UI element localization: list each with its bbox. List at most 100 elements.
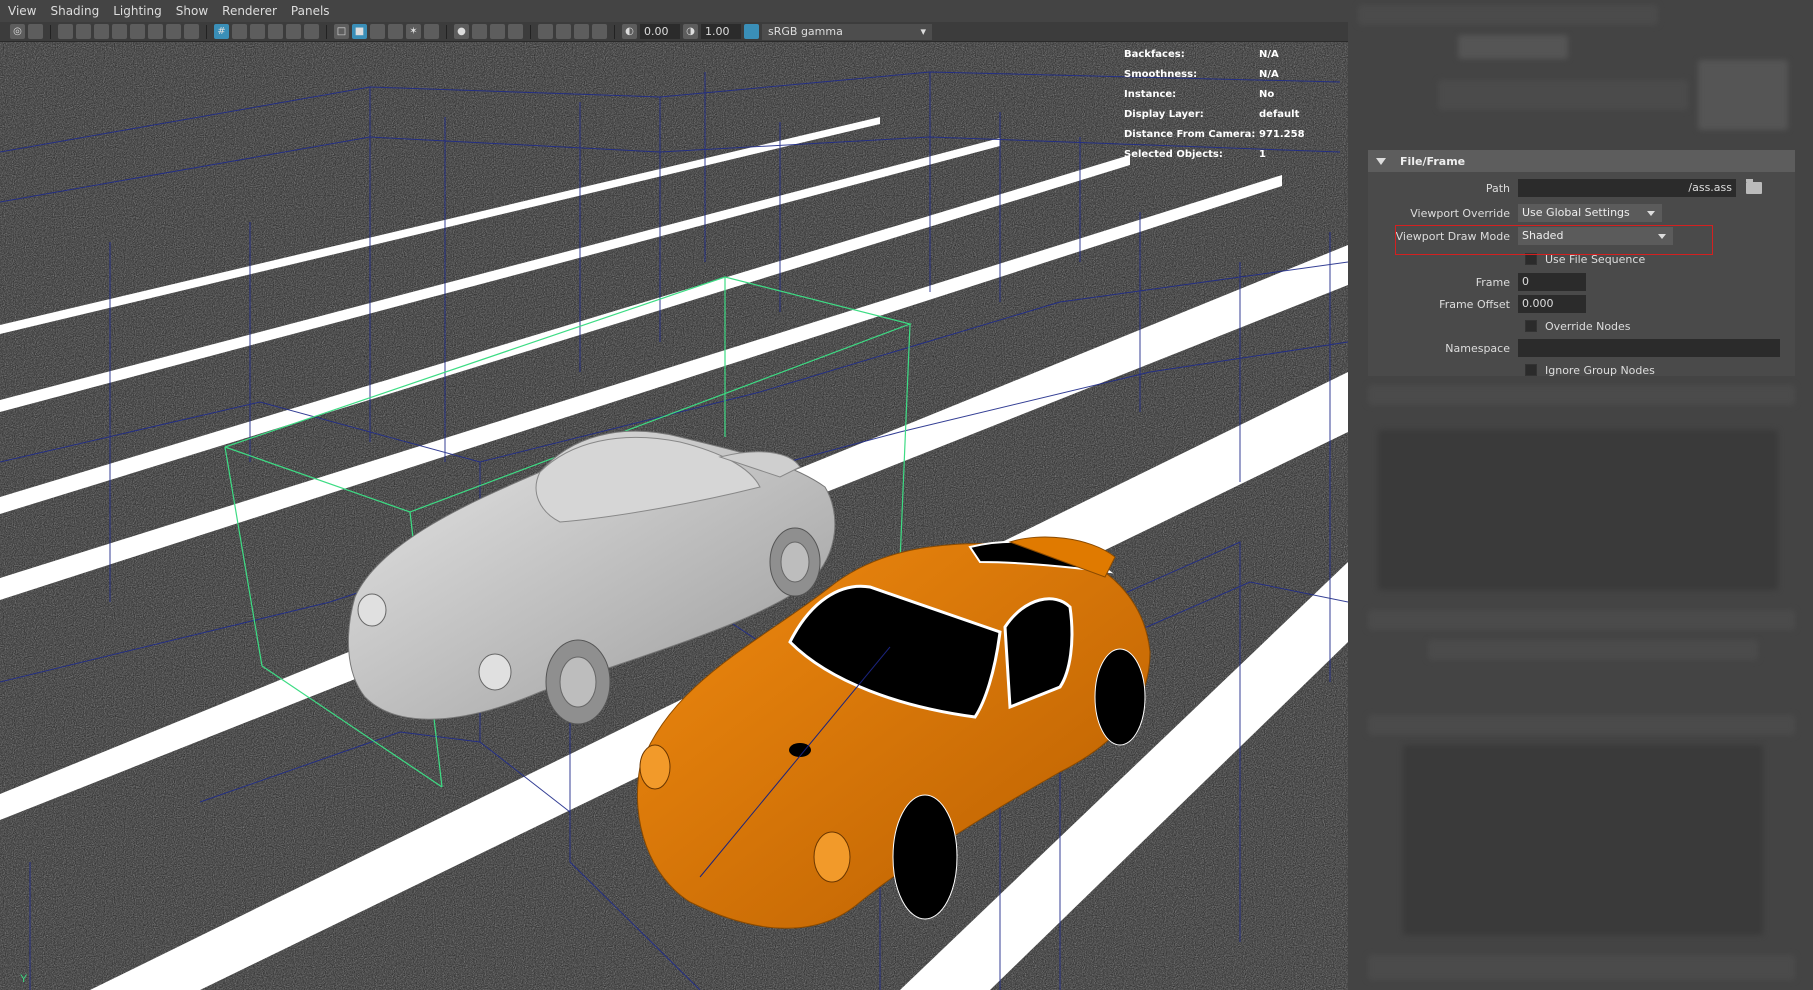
heads-up-display: Backfaces: N/A Smoothness: N/A Instance: No… bbox=[1124, 44, 1324, 164]
3d-viewport-scene[interactable]: Y bbox=[0, 42, 1348, 990]
override-nodes-checkbox[interactable] bbox=[1525, 320, 1537, 332]
blurred-list-box bbox=[1378, 430, 1778, 590]
hud-label: Smoothness: bbox=[1124, 68, 1198, 80]
view-transform-select[interactable]: sRGB gamma ▾ bbox=[762, 23, 932, 40]
axis-label: Y bbox=[20, 973, 28, 985]
frame-row: Frame 0 bbox=[1368, 272, 1586, 292]
textured-icon[interactable] bbox=[388, 24, 403, 39]
wireframe-icon[interactable]: □ bbox=[334, 24, 349, 39]
screen-space-ao-icon[interactable]: ● bbox=[454, 24, 469, 39]
xray-icon[interactable] bbox=[556, 24, 571, 39]
sync-camera-icon[interactable] bbox=[304, 24, 319, 39]
override-nodes-label: Override Nodes bbox=[1545, 319, 1631, 333]
hud-row: Backfaces: N/A bbox=[1124, 44, 1324, 64]
use-all-lights-icon[interactable]: ✶ bbox=[406, 24, 421, 39]
grid-icon[interactable]: # bbox=[214, 24, 229, 39]
field-chart-icon[interactable] bbox=[184, 24, 199, 39]
blurred-side-buttons bbox=[1698, 60, 1788, 130]
toolbar-divider bbox=[530, 24, 531, 39]
blurred-header-controls bbox=[1438, 80, 1688, 110]
hud-row: Distance From Camera: 971.258 bbox=[1124, 124, 1324, 144]
frame-field[interactable]: 0 bbox=[1518, 273, 1586, 291]
hud-row: Smoothness: N/A bbox=[1124, 64, 1324, 84]
folder-icon[interactable] bbox=[1746, 179, 1762, 194]
viewport-override-label: Viewport Override bbox=[1410, 206, 1510, 220]
namespace-label: Namespace bbox=[1445, 341, 1510, 355]
frame-offset-field[interactable]: 0.000 bbox=[1518, 295, 1586, 313]
blurred-list-box bbox=[1403, 745, 1763, 935]
hud-row: Display Layer: default bbox=[1124, 104, 1324, 124]
toolbar-divider bbox=[614, 24, 615, 39]
gate-mask-icon[interactable] bbox=[166, 24, 181, 39]
view-transform-value: sRGB gamma bbox=[768, 24, 843, 38]
hud-value: N/A bbox=[1259, 68, 1279, 80]
resolution-gate-icon[interactable] bbox=[148, 24, 163, 39]
exposure-field[interactable]: 0.00 bbox=[640, 24, 680, 39]
wireframe-on-shaded-icon[interactable] bbox=[370, 24, 385, 39]
gamma-field[interactable]: 1.00 bbox=[701, 24, 741, 39]
path-row: Path /ass.ass bbox=[1368, 178, 1762, 198]
hud-label: Instance: bbox=[1124, 88, 1177, 100]
blurred-section-header bbox=[1368, 715, 1795, 735]
image-plane-icon[interactable] bbox=[76, 24, 91, 39]
ignore-group-nodes-label: Ignore Group Nodes bbox=[1545, 363, 1655, 377]
safe-title-icon[interactable] bbox=[250, 24, 265, 39]
hud-label: Selected Objects: bbox=[1124, 148, 1223, 160]
menu-view[interactable]: View bbox=[8, 4, 36, 18]
isolate-select-icon[interactable] bbox=[538, 24, 553, 39]
panel-toolbar: ◎ # □ ■ ✶ ● ◐ 0.00 ◑ 1.00 sRGB gamma ▾ bbox=[0, 22, 1348, 42]
namespace-field[interactable] bbox=[1518, 339, 1780, 357]
camera-attributes-icon[interactable] bbox=[28, 24, 43, 39]
blurred-footer bbox=[1368, 955, 1795, 980]
xray-components-icon[interactable] bbox=[592, 24, 607, 39]
viewport-override-value: Use Global Settings bbox=[1522, 206, 1630, 219]
film-pivot-icon[interactable] bbox=[286, 24, 301, 39]
2d-pan-zoom-icon[interactable] bbox=[94, 24, 109, 39]
smooth-shade-icon[interactable]: ■ bbox=[352, 24, 367, 39]
anti-aliasing-icon[interactable] bbox=[490, 24, 505, 39]
grease-pencil-icon[interactable] bbox=[112, 24, 127, 39]
film-origin-icon[interactable] bbox=[268, 24, 283, 39]
select-camera-icon[interactable]: ◎ bbox=[10, 24, 25, 39]
menu-panels[interactable]: Panels bbox=[291, 4, 330, 18]
hud-value: No bbox=[1259, 88, 1275, 100]
depth-of-field-icon[interactable] bbox=[508, 24, 523, 39]
hud-row: Selected Objects: 1 bbox=[1124, 144, 1324, 164]
viewport-override-row: Viewport Override Use Global Settings bbox=[1368, 203, 1662, 223]
panel-menubar: View Shading Lighting Show Renderer Pane… bbox=[0, 0, 1348, 22]
chevron-down-icon: ▾ bbox=[920, 24, 926, 38]
safe-action-icon[interactable] bbox=[232, 24, 247, 39]
ignore-group-nodes-checkbox[interactable] bbox=[1525, 364, 1537, 376]
exposure-icon[interactable]: ◐ bbox=[622, 24, 637, 39]
viewport-override-select[interactable]: Use Global Settings bbox=[1518, 204, 1662, 222]
xray-joints-icon[interactable] bbox=[574, 24, 589, 39]
hud-value: N/A bbox=[1259, 48, 1279, 60]
hud-value: 1 bbox=[1259, 148, 1266, 160]
section-header[interactable]: File/Frame bbox=[1368, 150, 1795, 172]
gamma-icon[interactable]: ◑ bbox=[683, 24, 698, 39]
menu-lighting[interactable]: Lighting bbox=[113, 4, 162, 18]
bookmarks-icon[interactable] bbox=[58, 24, 73, 39]
override-nodes-row: Override Nodes bbox=[1368, 316, 1631, 336]
blurred-node-name bbox=[1458, 35, 1568, 59]
menu-show[interactable]: Show bbox=[176, 4, 208, 18]
path-label: Path bbox=[1485, 181, 1510, 195]
blurred-section-header bbox=[1368, 610, 1795, 630]
chevron-down-icon bbox=[1647, 210, 1655, 216]
collapse-triangle-icon[interactable] bbox=[1376, 157, 1386, 165]
toolbar-divider bbox=[326, 24, 327, 39]
blurred-buttons bbox=[1428, 640, 1758, 660]
blurred-header-tabs bbox=[1358, 5, 1658, 25]
shadows-icon[interactable] bbox=[424, 24, 439, 39]
film-gate-icon[interactable] bbox=[130, 24, 145, 39]
color-management-icon[interactable] bbox=[744, 24, 759, 39]
menu-renderer[interactable]: Renderer bbox=[222, 4, 277, 18]
hud-value: default bbox=[1259, 108, 1300, 120]
ignore-group-nodes-row: Ignore Group Nodes bbox=[1368, 360, 1655, 380]
path-field[interactable]: /ass.ass bbox=[1518, 179, 1736, 197]
motion-blur-icon[interactable] bbox=[472, 24, 487, 39]
hud-label: Distance From Camera: bbox=[1124, 128, 1256, 140]
draw-mode-highlight-annotation bbox=[1395, 225, 1713, 255]
menu-shading[interactable]: Shading bbox=[50, 4, 99, 18]
toolbar-divider bbox=[206, 24, 207, 39]
